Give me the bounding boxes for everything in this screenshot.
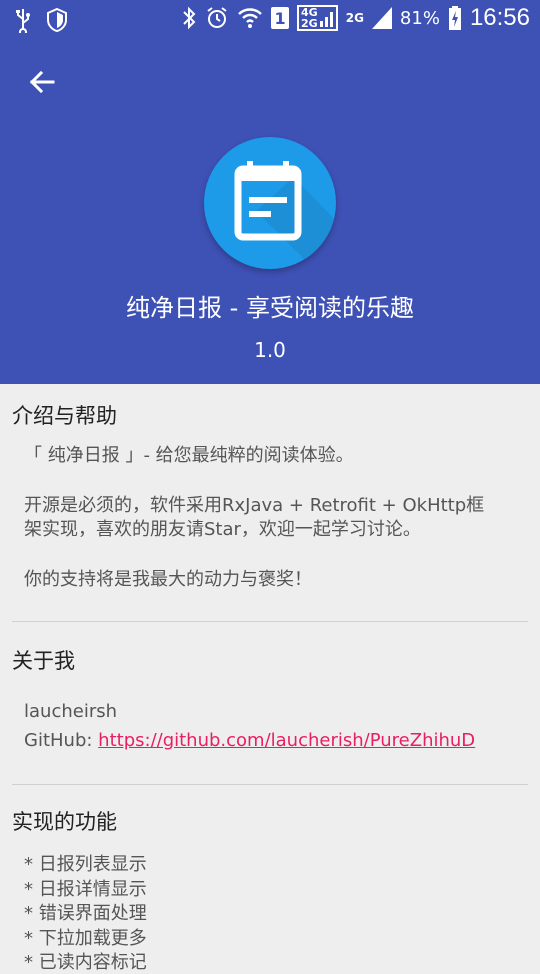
github-label: GitHub: [24,730,99,751]
calendar-icon [234,161,336,269]
intro-section-title: 介绍与帮助 [12,404,117,428]
clock: 16:56 [469,4,530,31]
usb-icon [14,6,32,34]
network-2g-label: 2G [345,11,364,25]
intro-line-2b: 架实现，喜欢的朋友请Star，欢迎一起学习讨论。 [24,519,421,540]
battery-charging-icon [448,4,462,32]
signal-strength-icon [371,4,392,32]
app-logo [204,137,336,269]
alarm-icon [205,4,229,32]
divider [12,621,528,622]
features-section-title: 实现的功能 [12,810,117,834]
battery-percent: 81% [399,7,440,29]
intro-line-2a: 开源是必须的，软件采用RxJava + Retrofit + OkHttp框 [24,495,485,516]
app-header: 纯净日报 - 享受阅读的乐趣 1.0 [0,40,540,384]
github-line: GitHub: https://github.com/laucherish/Pu… [24,729,524,753]
github-link[interactable]: https://github.com/laucherish/PureZhihuD [98,730,475,751]
feature-item: * 下拉加载更多 [24,928,147,949]
feature-item: * 日报列表显示 [24,854,147,875]
feature-item: * 错误界面处理 [24,903,147,924]
feature-item: * 日报详情显示 [24,879,147,900]
arrow-left-icon [29,70,55,94]
feature-item: * 已读内容标记 [24,952,147,973]
status-bar: 1 4G 2G 2G 81% 16:56 [0,0,540,40]
network-2g-top-label: 2G [301,17,318,30]
about-section-title: 关于我 [12,649,75,673]
app-version: 1.0 [254,338,286,362]
divider [12,784,528,785]
network-4g-indicator: 4G 2G [297,5,338,31]
shield-icon [46,6,68,34]
intro-line-1: 「 纯净日报 」- 给您最纯粹的阅读体验。 [24,445,354,466]
app-title: 纯净日报 - 享受阅读的乐趣 [126,294,414,322]
intro-line-3: 你的支持将是我最大的动力与褒奖！ [24,569,312,590]
signal-bars-icon [319,12,333,27]
sim-slot-badge: 1 [271,7,290,29]
wifi-icon [237,4,263,32]
author-name: laucheirsh [24,701,118,722]
bluetooth-icon [181,4,197,32]
back-button[interactable] [22,62,62,102]
